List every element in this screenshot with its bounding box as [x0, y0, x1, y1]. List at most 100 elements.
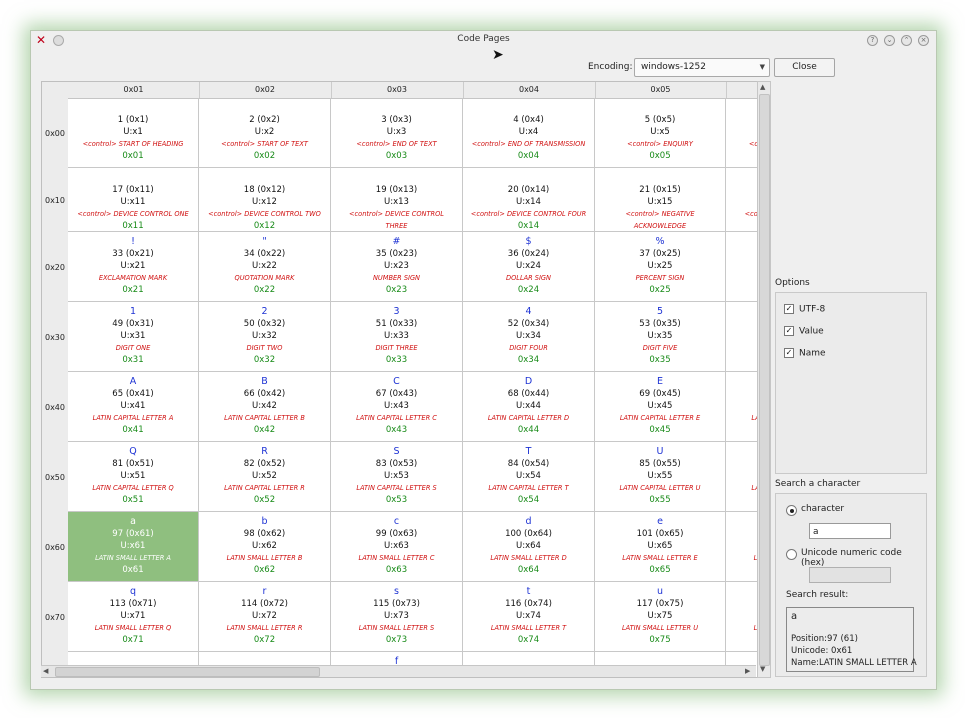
checkbox-icon[interactable]: ✓ — [784, 304, 794, 314]
table-cell[interactable]: 20 (0x14) U:x14 <control> DEVICE CONTROL F… — [463, 168, 595, 232]
table-cell[interactable]: 1 49 (0x31) U:x31 DIGIT ONE 0x31 — [68, 302, 199, 372]
table-cell[interactable]: Q 81 (0x51) U:x51 LATIN CAPITAL LETTER Q 0x5… — [68, 442, 199, 512]
scroll-left-icon[interactable]: ◀ — [43, 667, 48, 675]
cell-value: 69 (0x45) — [639, 389, 681, 399]
table-cell[interactable]: % 37 (0x25) U:x25 PERCENT SIGN 0x25 — [595, 232, 726, 302]
cell-spacer — [463, 98, 594, 114]
table-cell[interactable]: LA — [726, 372, 757, 442]
option-value-label: Value — [799, 326, 824, 337]
option-name[interactable]: ✓ Name — [784, 348, 826, 359]
cell-hex: 0x62 — [253, 565, 276, 575]
table-cell[interactable]: 3 51 (0x33) U:x33 DIGIT THREE 0x33 — [331, 302, 463, 372]
radio-character[interactable] — [786, 505, 797, 516]
cell-unicode — [726, 196, 757, 208]
unicode-input[interactable] — [809, 567, 891, 583]
cell-name-cont: ACKNOWLEDGE — [633, 222, 687, 230]
table-cell[interactable]: s 115 (0x73) U:x73 LATIN SMALL LETTER S 0x73 — [331, 582, 463, 652]
close-icon[interactable]: × — [918, 35, 929, 46]
table-cell[interactable]: L — [726, 582, 757, 652]
cell-unicode: U:x54 — [516, 471, 541, 481]
cell-unicode: U:x65 — [647, 541, 673, 551]
table-cell[interactable]: $36 (0x24) U:x24 DOLLAR SIGN 0x24 — [463, 232, 595, 302]
cell-unicode — [726, 540, 757, 552]
close-button[interactable]: Close — [774, 58, 835, 77]
option-value[interactable]: ✓ Value — [784, 326, 824, 337]
cell-hex — [726, 354, 757, 366]
cell-value: 37 (0x25) — [639, 249, 681, 259]
table-cell[interactable]: 2 (0x2) U:x2 <control> START OF TEXT 0x02 — [199, 98, 331, 168]
table-cell[interactable]: 17 (0x11) U:x11 <control> DEVICE CONTROL O… — [68, 168, 199, 232]
cell-name: <control> DEVICE CONTROL — [349, 210, 444, 218]
table-cell[interactable]: 21 (0x15) U:x15 <control> NEGATIVE ACKNOWLE… — [595, 168, 726, 232]
table-cell[interactable]: R 82 (0x52) U:x52 LATIN CAPITAL LETTER R 0x5… — [199, 442, 331, 512]
option-utf8[interactable]: ✓ UTF-8 — [784, 304, 825, 315]
cell-unicode: U:x31 — [120, 331, 146, 341]
vertical-scroll-thumb[interactable] — [759, 94, 770, 666]
table-cell[interactable]: 3 (0x3) U:x3 <control> END OF TEXT 0x03 — [331, 98, 463, 168]
horizontal-scroll-thumb[interactable] — [55, 667, 320, 677]
character-input[interactable]: a — [809, 523, 891, 539]
table-cell[interactable]: " 34 (0x22) U:x22 QUOTATION MARK 0x22 — [199, 232, 331, 302]
cell-name: LATIN CAPITAL LETTER S — [356, 484, 437, 492]
scroll-up-icon[interactable]: ▲ — [760, 83, 765, 91]
table-cell[interactable]: <conti — [726, 168, 757, 232]
cell-name: DIGIT THREE — [375, 344, 418, 352]
cell-char: 1 — [129, 306, 137, 317]
table-cell[interactable]: 5 (0x5) U:x5 <control> ENQUIRY 0x05 — [595, 98, 726, 168]
table-cell[interactable]: 19 (0x13) U:x13 <control> DEVICE CONTROL TH… — [331, 168, 463, 232]
checkbox-icon[interactable]: ✓ — [784, 326, 794, 336]
table-cell[interactable]: u 117 (0x75) U:x75 LATIN SMALL LETTER U 0x75 — [595, 582, 726, 652]
table-cell[interactable]: #35 (0x23) U:x23 NUMBER SIGN 0x23 — [331, 232, 463, 302]
cell-char: t — [526, 586, 531, 597]
cell-char: % — [655, 236, 665, 247]
table-cell[interactable]: 2 50 (0x32) U:x32 DIGIT TWO 0x32 — [199, 302, 331, 372]
maximize-icon[interactable]: ⌃ — [901, 35, 912, 46]
table-cell[interactable]: b 98 (0x62) U:x62 LATIN SMALL LETTER B 0x62 — [199, 512, 331, 582]
table-cell[interactable]: A 65 (0x41) U:x41 LATIN CAPITAL LETTER A 0x4… — [68, 372, 199, 442]
table-cell[interactable]: D 68 (0x44) U:x44 LATIN CAPITAL LETTER D 0x4… — [463, 372, 595, 442]
encoding-select[interactable]: windows-1252 ▼ — [634, 58, 770, 77]
table-cell[interactable]: LA — [726, 442, 757, 512]
radio-unicode[interactable] — [786, 549, 797, 560]
cell-name: LATIN CAPITAL LETTER A — [92, 414, 174, 422]
table-cell[interactable]: <co — [726, 98, 757, 168]
table-cell[interactable]: c 99 (0x63) U:x63 LATIN SMALL LETTER C 0x63 — [331, 512, 463, 582]
table-cell[interactable]: 4 (0x4) U:x4 <control> END OF TRANSMISSION… — [463, 98, 595, 168]
table-cell[interactable]: 5 53 (0x35) U:x35 DIGIT FIVE 0x35 — [595, 302, 726, 372]
scroll-right-icon[interactable]: ▶ — [745, 667, 750, 675]
table-cell[interactable]: U 85 (0x55) U:x55 LATIN CAPITAL LETTER U 0x5… — [595, 442, 726, 512]
cell-hex — [726, 634, 757, 646]
vertical-scrollbar[interactable]: ▲ ▼ — [757, 81, 771, 678]
help-icon[interactable]: ? — [867, 35, 878, 46]
search-result-box: a Position:97 (61) Unicode: 0x61 Name:LA… — [786, 607, 917, 672]
table-cell[interactable]: B 66 (0x42) U:x42 LATIN CAPITAL LETTER B 0x4… — [199, 372, 331, 442]
cell-unicode: U:x74 — [516, 611, 541, 621]
table-cell[interactable]: a 97 (0x61) U:x61 LATIN SMALL LETTER A 0x61 — [68, 512, 199, 582]
table-cell[interactable] — [726, 302, 757, 372]
cell-value: 101 (0x65) — [636, 529, 684, 539]
cell-value: 5 (0x5) — [644, 115, 676, 125]
table-cell[interactable]: 1 (0x1) U:x1 <control> START OF HEADING 0x0… — [68, 98, 199, 168]
table-cell[interactable]: S 83 (0x53) U:x53 LATIN CAPITAL LETTER S 0x5… — [331, 442, 463, 512]
table-cell[interactable]: d 100 (0x64) U:x64 LATIN SMALL LETTER D 0x64 — [463, 512, 595, 582]
table-cell[interactable]: E 69 (0x45) U:x45 LATIN CAPITAL LETTER E 0x4… — [595, 372, 726, 442]
cell-unicode: U:x13 — [384, 197, 409, 207]
minimize-icon[interactable]: ⌄ — [884, 35, 895, 46]
horizontal-scrollbar[interactable]: ◀ ▶ — [41, 665, 756, 677]
table-cell[interactable]: r 114 (0x72) U:x72 LATIN SMALL LETTER R 0x72 — [199, 582, 331, 652]
table-cell[interactable]: ! 33 (0x21) U:x21 EXCLAMATION MARK 0x21 — [68, 232, 199, 302]
table-cell[interactable]: e 101 (0x65) U:x65 LATIN SMALL LETTER E 0x65 — [595, 512, 726, 582]
scroll-down-icon[interactable]: ▼ — [760, 665, 765, 673]
cell-name: <control> NEGATIVE — [625, 210, 695, 218]
table-cell[interactable]: q 113 (0x71) U:x71 LATIN SMALL LETTER Q 0x71 — [68, 582, 199, 652]
table-cell[interactable]: t 116 (0x74) U:x74 LATIN SMALL LETTER T 0x74 — [463, 582, 595, 652]
table-cell[interactable] — [726, 232, 757, 302]
table-cell[interactable]: 4 52 (0x34) U:x34 DIGIT FOUR 0x34 — [463, 302, 595, 372]
table-cell[interactable]: L — [726, 512, 757, 582]
column-header: 0x03 — [331, 82, 464, 98]
cell-hex: 0x65 — [649, 565, 671, 575]
table-cell[interactable]: T 84 (0x54) U:x54 LATIN CAPITAL LETTER T 0x5… — [463, 442, 595, 512]
table-cell[interactable]: C 67 (0x43) U:x43 LATIN CAPITAL LETTER C 0x4… — [331, 372, 463, 442]
table-cell[interactable]: 18 (0x12) U:x12 <control> DEVICE CONTROL T… — [199, 168, 331, 232]
checkbox-icon[interactable]: ✓ — [784, 348, 794, 358]
